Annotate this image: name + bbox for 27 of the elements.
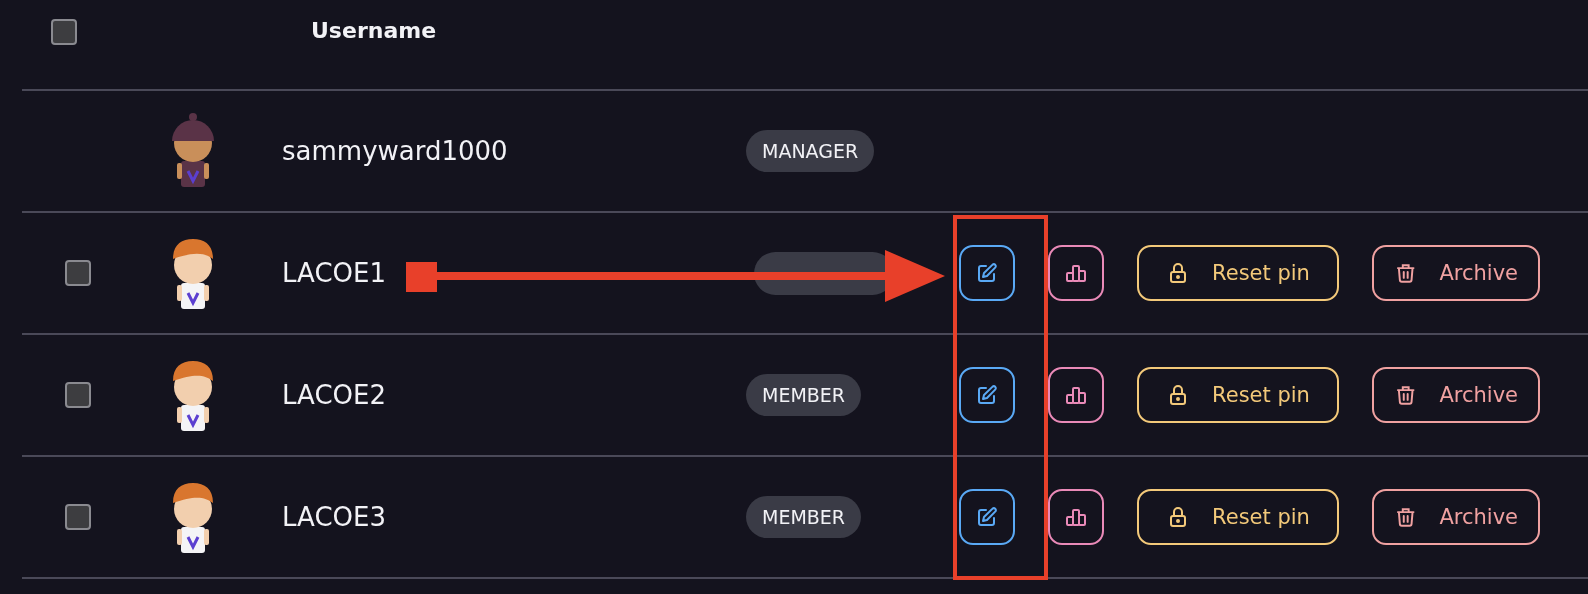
edit-icon (975, 383, 999, 407)
stats-button[interactable] (1048, 489, 1104, 545)
checkbox[interactable] (51, 19, 77, 45)
username: LACOE3 (282, 502, 387, 532)
role-badge: MEMBER (746, 374, 862, 416)
username: LACOE1 (282, 258, 387, 288)
column-header: Username (311, 18, 437, 43)
checkbox[interactable] (65, 260, 91, 286)
reset-pin-button[interactable]: Reset pin (1137, 367, 1339, 423)
username: sammyward1000 (282, 136, 509, 166)
checkbox[interactable] (65, 504, 91, 530)
checkbox[interactable] (65, 382, 91, 408)
reset-pin-button[interactable]: Reset pin (1137, 489, 1339, 545)
role-badge: MANAGER (746, 130, 875, 172)
edit-icon (975, 261, 999, 285)
edit-button[interactable] (959, 489, 1015, 545)
edit-icon (975, 505, 999, 529)
role-badge: MEMBER (746, 496, 862, 538)
username: LACOE2 (282, 380, 387, 410)
edit-button[interactable] (959, 245, 1015, 301)
stats-button[interactable] (1048, 245, 1104, 301)
reset-pin-button[interactable]: Reset pin (1137, 245, 1339, 301)
archive-button[interactable]: Archive (1372, 367, 1540, 423)
archive-button[interactable]: Archive (1372, 245, 1540, 301)
archive-button[interactable]: Archive (1372, 489, 1540, 545)
edit-button[interactable] (959, 367, 1015, 423)
stats-button[interactable] (1048, 367, 1104, 423)
